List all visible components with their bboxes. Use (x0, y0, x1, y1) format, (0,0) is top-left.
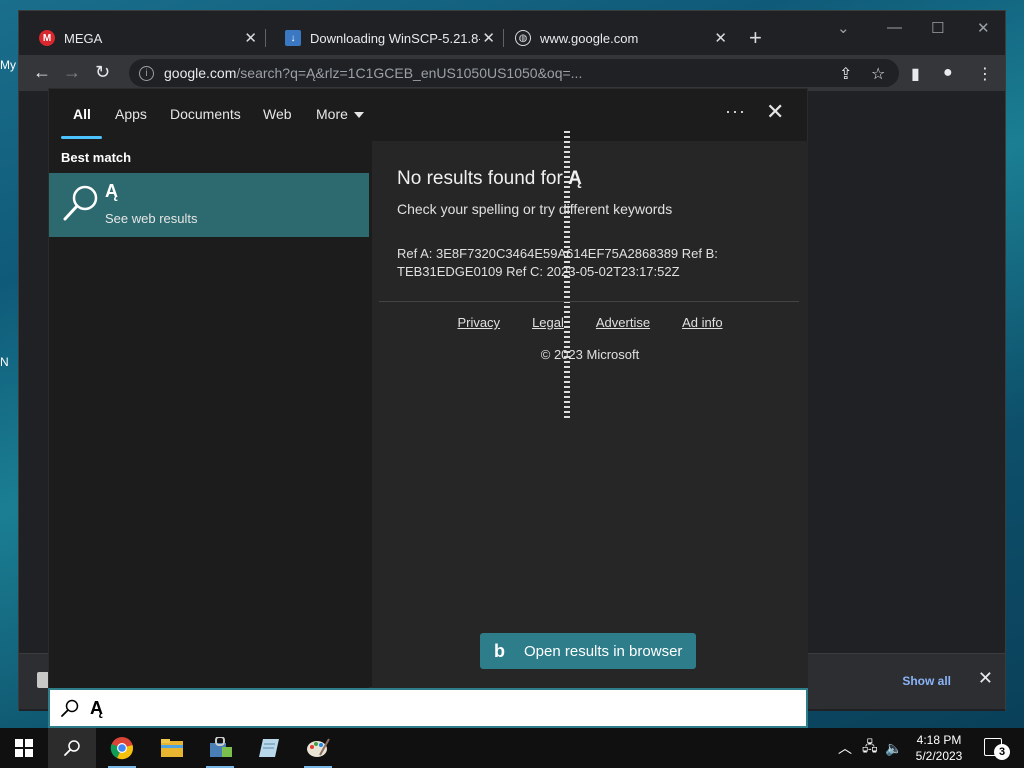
tab-title: Downloading WinSCP-5.21.8-Se (310, 30, 480, 46)
taskbar-chrome[interactable] (98, 728, 146, 768)
taskbar-paint[interactable] (294, 728, 342, 768)
browser-toolbar: ← → ↻ i google.com /search?q=Ą&rlz=1C1GC… (19, 55, 1005, 91)
chevron-up-icon: ︿ (838, 740, 852, 756)
chevron-down-icon (353, 112, 364, 119)
notification-count-badge: 3 (994, 744, 1010, 760)
taskbar-lock-app[interactable] (196, 728, 244, 768)
winscp-icon: ↓ (285, 30, 301, 46)
search-icon (63, 185, 98, 221)
privacy-link[interactable]: Privacy (457, 315, 500, 330)
search-filter-tabs: All Apps Documents Web More ··· ✕ (49, 89, 807, 141)
taskbar-notepad[interactable] (246, 728, 294, 768)
more-options-icon[interactable]: ··· (725, 101, 746, 122)
paint-icon (307, 738, 330, 757)
copyright-text: © 2023 Microsoft (540, 347, 640, 362)
share-icon[interactable]: ⇪ (839, 64, 852, 84)
legal-link[interactable]: Legal (532, 315, 564, 330)
menu-icon[interactable]: ⋮ (977, 64, 993, 84)
reload-icon[interactable]: ↻ (95, 62, 110, 83)
close-download-bar-icon[interactable]: ✕ (978, 668, 993, 689)
close-tab-icon[interactable]: ✕ (244, 29, 257, 47)
best-match-item[interactable]: Ą See web results (49, 173, 369, 237)
close-icon[interactable]: ✕ (766, 99, 784, 125)
network-icon[interactable]: 🖧 (862, 728, 878, 768)
url-host: google.com (164, 65, 237, 81)
site-info-icon[interactable]: i (139, 65, 154, 81)
search-icon (61, 699, 79, 717)
no-results-heading: No results found for Ą (397, 168, 582, 190)
taskbar: ︿ 🖧 🔈 4:18 PM 5/2/2023 3 (0, 728, 1024, 768)
lock-app-icon (210, 737, 232, 757)
tab-web[interactable]: Web (263, 106, 292, 122)
chrome-icon (110, 737, 133, 760)
results-list: Best match Ą See web results (49, 141, 369, 689)
preview-pane: No results found for Ą Check your spelli… (372, 131, 808, 689)
taskbar-search-button[interactable] (48, 728, 96, 768)
side-panel-icon[interactable]: ▮ (911, 64, 920, 84)
search-input-value: Ą (90, 697, 103, 718)
forward-icon[interactable]: → (63, 62, 81, 83)
tab-winscp[interactable]: ↓ Downloading WinSCP-5.21.8-Se ✕ (265, 23, 503, 53)
bing-icon: b (494, 640, 505, 661)
best-match-subtitle: See web results (105, 211, 198, 226)
clock-date: 5/2/2023 (915, 749, 963, 763)
tab-strip: M MEGA ✕ ↓ Downloading WinSCP-5.21.8-Se … (19, 11, 1005, 55)
no-results-text: No results found for (397, 168, 569, 189)
maximize-button[interactable]: ☐ (931, 19, 944, 37)
advertise-link[interactable]: Advertise (596, 315, 650, 330)
desktop-icon-label: N (0, 355, 9, 369)
notepad-icon (259, 739, 279, 757)
footer-links: Privacy Legal Advertise Ad info (372, 315, 808, 330)
mega-icon: M (39, 30, 55, 46)
ad-info-link[interactable]: Ad info (682, 315, 722, 330)
show-all-button[interactable]: Show all (902, 674, 951, 688)
open-in-browser-label: Open results in browser (524, 642, 683, 660)
spelling-hint: Check your spelling or try different key… (397, 201, 673, 217)
no-results-query: Ą (568, 168, 582, 189)
active-tab-indicator (61, 136, 102, 139)
bookmark-star-icon[interactable]: ☆ (871, 64, 885, 84)
best-match-heading: Best match (61, 150, 132, 165)
tab-mega[interactable]: M MEGA ✕ (19, 23, 265, 53)
globe-icon: ◍ (515, 30, 531, 46)
tab-google[interactable]: ◍ www.google.com ✕ (495, 23, 735, 53)
back-icon[interactable]: ← (33, 62, 51, 83)
divider (379, 301, 799, 302)
search-flyout: All Apps Documents Web More ··· ✕ Best m… (48, 88, 808, 689)
taskbar-file-explorer[interactable] (148, 728, 196, 768)
clock-time: 4:18 PM (916, 733, 962, 747)
tab-apps[interactable]: Apps (115, 106, 147, 122)
tab-all[interactable]: All (73, 106, 91, 122)
tab-more[interactable]: More (316, 106, 364, 122)
minimize-button[interactable]: — (887, 19, 902, 36)
reference-ids: Ref A: 3E8F7320C3464E59A614EF75A2868389 … (397, 246, 718, 279)
new-tab-button[interactable]: + (749, 25, 762, 51)
tab-documents[interactable]: Documents (170, 106, 241, 122)
desktop-icon-label: My (0, 58, 16, 72)
search-icon (64, 740, 80, 756)
address-bar[interactable]: i google.com /search?q=Ą&rlz=1C1GCEB_enU… (129, 59, 899, 87)
tab-more-label: More (316, 106, 348, 122)
file-explorer-icon (161, 739, 183, 757)
search-input[interactable]: Ą (48, 688, 808, 728)
close-window-button[interactable]: ✕ (977, 19, 990, 37)
windows-logo-icon (15, 739, 33, 757)
url-path: /search?q=Ą&rlz=1C1GCEB_enUS1050US1050&o… (236, 65, 583, 81)
best-match-query: Ą (105, 181, 118, 201)
start-button[interactable] (0, 728, 48, 768)
tab-search-icon[interactable]: ⌄ (837, 19, 850, 37)
close-tab-icon[interactable]: ✕ (482, 29, 495, 47)
show-hidden-icons[interactable]: ︿ (838, 728, 852, 768)
clock[interactable]: 4:18 PM 5/2/2023 (900, 732, 978, 764)
tab-title: www.google.com (540, 30, 639, 46)
tab-title: MEGA (64, 30, 103, 46)
open-in-browser-button[interactable]: b Open results in browser (480, 633, 696, 669)
profile-icon[interactable]: ● (943, 64, 953, 82)
close-tab-icon[interactable]: ✕ (714, 29, 727, 47)
